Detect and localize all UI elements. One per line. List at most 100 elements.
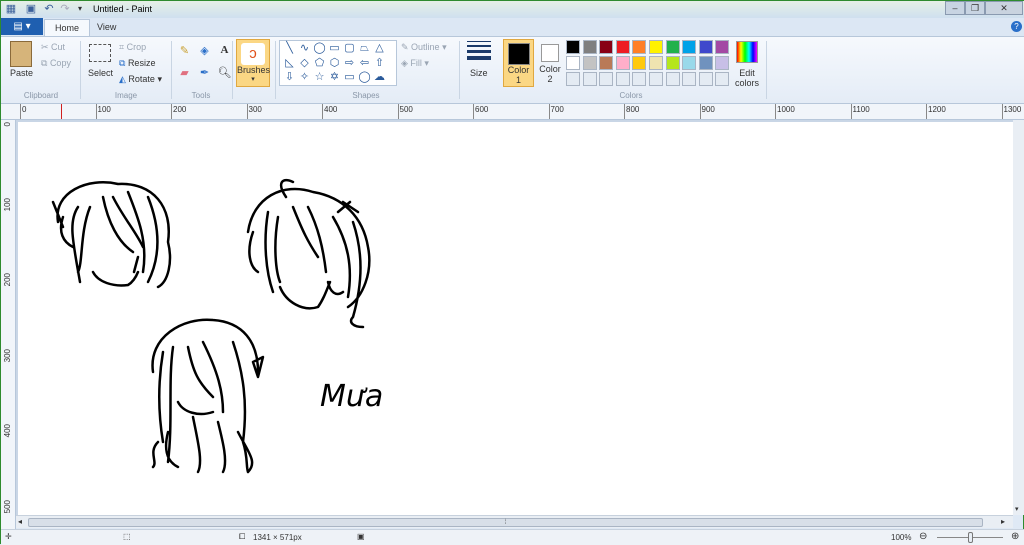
custom-color-slot[interactable] bbox=[682, 72, 697, 86]
save-icon[interactable]: ▣ bbox=[25, 3, 37, 15]
five-point-star-shape-icon[interactable]: ☆ bbox=[312, 70, 327, 85]
rotate-button[interactable]: ◭ Rotate ▾ bbox=[119, 74, 162, 85]
select-button[interactable]: Select bbox=[88, 68, 113, 78]
custom-color-slot[interactable] bbox=[715, 72, 730, 86]
ruler-label: 500 bbox=[399, 105, 413, 114]
fill-button[interactable]: ◈ Fill ▾ bbox=[401, 58, 429, 69]
palette-color-swatch[interactable] bbox=[665, 56, 680, 70]
select-icon[interactable] bbox=[89, 44, 111, 62]
palette-color-swatch[interactable] bbox=[682, 40, 697, 54]
fill-bucket-icon[interactable]: ◈ bbox=[196, 44, 213, 63]
palette-color-swatch[interactable] bbox=[665, 40, 680, 54]
custom-color-slot[interactable] bbox=[632, 72, 647, 86]
diamond-shape-icon[interactable]: ◇ bbox=[297, 56, 312, 71]
color-picker-icon[interactable]: ✒ bbox=[196, 66, 213, 85]
restore-button[interactable]: ❐ bbox=[965, 1, 985, 15]
oval-shape-icon[interactable]: ◯ bbox=[312, 41, 327, 56]
rounded-callout-shape-icon[interactable]: ▭ bbox=[342, 70, 357, 85]
palette-color-swatch[interactable] bbox=[698, 56, 713, 70]
four-point-star-shape-icon[interactable]: ✧ bbox=[297, 70, 312, 85]
horizontal-scrollbar[interactable]: ◂ ⦙ ▸ bbox=[16, 515, 1013, 528]
help-icon[interactable]: ? bbox=[1011, 21, 1022, 32]
text-icon[interactable]: A bbox=[216, 44, 233, 63]
cut-button[interactable]: ✂ Cut bbox=[41, 42, 65, 53]
minimize-button[interactable]: – bbox=[945, 1, 965, 15]
palette-color-swatch[interactable] bbox=[599, 56, 614, 70]
zoom-out-button[interactable]: ⊖ bbox=[919, 531, 927, 542]
palette-color-swatch[interactable] bbox=[582, 40, 597, 54]
palette-color-swatch[interactable] bbox=[632, 56, 647, 70]
palette-color-swatch[interactable] bbox=[715, 56, 730, 70]
palette-color-swatch[interactable] bbox=[615, 56, 630, 70]
oval-callout-shape-icon[interactable]: ◯ bbox=[357, 70, 372, 85]
left-arrow-shape-icon[interactable]: ⇦ bbox=[357, 56, 372, 71]
size-icon[interactable] bbox=[467, 41, 491, 60]
scroll-left-arrow-icon[interactable]: ◂ bbox=[18, 517, 22, 526]
custom-color-slot[interactable] bbox=[599, 72, 614, 86]
file-menu-button[interactable]: ▤ ▾ bbox=[1, 18, 43, 35]
triangle-shape-icon[interactable]: △ bbox=[372, 41, 387, 56]
right-triangle-shape-icon[interactable]: ◺ bbox=[282, 56, 297, 71]
custom-color-slot[interactable] bbox=[615, 72, 630, 86]
crop-button[interactable]: ⌗ Crop bbox=[119, 42, 146, 53]
custom-color-slot[interactable] bbox=[648, 72, 663, 86]
cloud-callout-shape-icon[interactable]: ☁ bbox=[372, 70, 387, 85]
six-point-star-shape-icon[interactable]: ✡ bbox=[327, 70, 342, 85]
shapes-gallery[interactable]: ╲ ∿ ◯ ▭ ▢ ⏢ △ ◺ ◇ ⬠ ⬡ ⇨ ⇦ ⇧ ⇩ ✧ ☆ ✡ ▭ ◯ ☁ bbox=[279, 40, 397, 86]
brushes-button[interactable]: ↄ Brushes ▾ bbox=[236, 39, 270, 87]
palette-color-swatch[interactable] bbox=[648, 40, 663, 54]
copy-button[interactable]: ⧉ Copy bbox=[41, 58, 71, 69]
ruler-label: 100 bbox=[3, 197, 12, 211]
palette-color-swatch[interactable] bbox=[566, 56, 580, 70]
hexagon-shape-icon[interactable]: ⬡ bbox=[327, 56, 342, 71]
palette-color-swatch[interactable] bbox=[698, 40, 713, 54]
palette-color-swatch[interactable] bbox=[599, 40, 614, 54]
close-button[interactable]: ✕ bbox=[985, 1, 1023, 15]
tab-view[interactable]: View bbox=[87, 19, 126, 36]
up-arrow-shape-icon[interactable]: ⇧ bbox=[372, 56, 387, 71]
custom-color-slot[interactable] bbox=[566, 72, 580, 86]
pencil-icon[interactable]: ✎ bbox=[176, 44, 193, 63]
custom-color-slot[interactable] bbox=[582, 72, 597, 86]
custom-color-slot[interactable] bbox=[665, 72, 680, 86]
rounded-rectangle-shape-icon[interactable]: ▢ bbox=[342, 41, 357, 56]
zoom-in-button[interactable]: ⊕ bbox=[1011, 531, 1019, 542]
edit-colors-icon[interactable] bbox=[736, 41, 758, 63]
down-arrow-shape-icon[interactable]: ⇩ bbox=[282, 70, 297, 85]
paste-button[interactable]: Paste bbox=[10, 68, 33, 78]
right-arrow-shape-icon[interactable]: ⇨ bbox=[342, 56, 357, 71]
curve-shape-icon[interactable]: ∿ bbox=[297, 41, 312, 56]
customize-quick-access-icon[interactable]: ▾ bbox=[74, 3, 86, 15]
custom-color-slot[interactable] bbox=[698, 72, 713, 86]
color1-button[interactable]: Color 1 bbox=[503, 39, 534, 87]
line-shape-icon[interactable]: ╲ bbox=[282, 41, 297, 56]
size-button[interactable]: Size bbox=[470, 68, 488, 78]
palette-color-swatch[interactable] bbox=[648, 56, 663, 70]
palette-color-swatch[interactable] bbox=[632, 40, 647, 54]
palette-color-swatch[interactable] bbox=[566, 40, 580, 54]
zoom-slider-thumb[interactable] bbox=[968, 532, 973, 543]
pentagon-shape-icon[interactable]: ⬠ bbox=[312, 56, 327, 71]
outline-button[interactable]: ✎ Outline ▾ bbox=[401, 42, 447, 53]
color2-button[interactable]: Color 2 bbox=[537, 39, 563, 87]
edit-colors-button[interactable]: Edit colors bbox=[735, 68, 759, 88]
palette-color-swatch[interactable] bbox=[682, 56, 697, 70]
scroll-down-arrow-icon[interactable]: ▾ bbox=[1015, 505, 1019, 513]
file-size-icon: ▣ bbox=[357, 532, 365, 541]
horizontal-scroll-thumb[interactable]: ⦙ bbox=[28, 518, 983, 527]
palette-color-swatch[interactable] bbox=[582, 56, 597, 70]
scroll-right-arrow-icon[interactable]: ▸ bbox=[1001, 517, 1005, 526]
redo-icon[interactable]: ↷ bbox=[59, 3, 71, 15]
paste-icon[interactable] bbox=[10, 41, 32, 67]
rectangle-shape-icon[interactable]: ▭ bbox=[327, 41, 342, 56]
resize-button[interactable]: ⧉ Resize bbox=[119, 58, 155, 69]
tab-home[interactable]: Home bbox=[44, 19, 91, 36]
eraser-icon[interactable]: ▰ bbox=[176, 66, 193, 85]
palette-color-swatch[interactable] bbox=[715, 40, 730, 54]
polygon-shape-icon[interactable]: ⏢ bbox=[357, 41, 372, 56]
vertical-scrollbar[interactable]: ▾ bbox=[1013, 120, 1024, 515]
palette-color-swatch[interactable] bbox=[615, 40, 630, 54]
undo-icon[interactable]: ↶ bbox=[43, 3, 55, 15]
drawing-canvas[interactable]: Mưa bbox=[18, 122, 1013, 515]
magnifier-icon[interactable]: 🔍︎ bbox=[216, 66, 233, 85]
